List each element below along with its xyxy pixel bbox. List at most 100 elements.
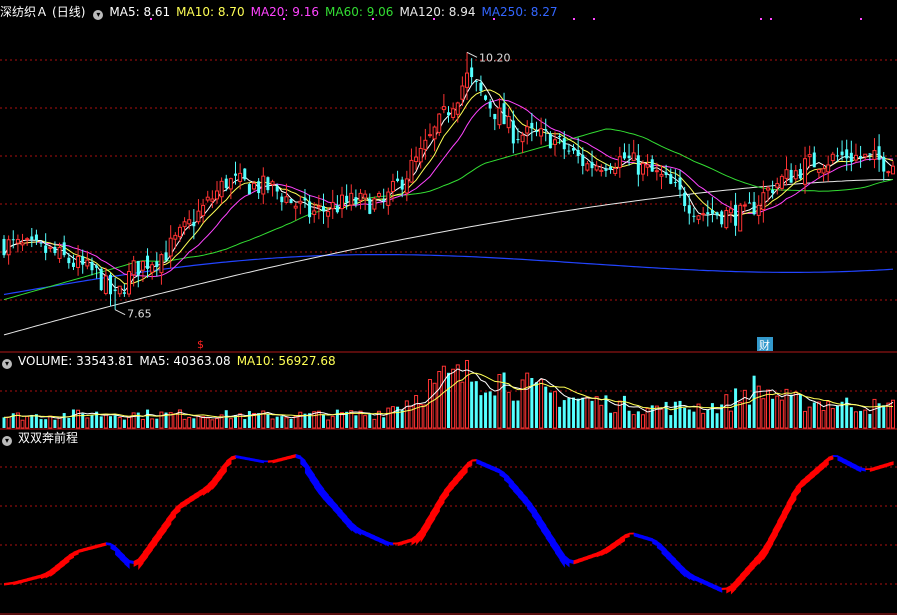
volume-bar bbox=[849, 407, 853, 428]
candle-body bbox=[474, 81, 478, 83]
candle-body bbox=[484, 95, 488, 100]
candle-body bbox=[673, 182, 677, 184]
indicator-rising-band bbox=[133, 558, 139, 567]
indicator-falling-band bbox=[656, 540, 663, 552]
indicator-rising-band bbox=[277, 457, 283, 463]
candle-body bbox=[706, 212, 710, 215]
volume-bar bbox=[761, 398, 766, 429]
indicator-settings-icon[interactable]: ▾ bbox=[2, 436, 12, 446]
indicator-falling-band bbox=[652, 538, 658, 547]
candle-body bbox=[715, 212, 719, 216]
indicator-rising-band bbox=[420, 520, 426, 543]
indicator-rising-band bbox=[758, 546, 764, 565]
candle-body bbox=[775, 183, 780, 188]
indicator-rising-band bbox=[281, 456, 288, 461]
volume-bar bbox=[372, 418, 377, 429]
indicator-rising-band bbox=[457, 467, 463, 484]
candle-body bbox=[609, 166, 613, 170]
indicator-rising-band bbox=[291, 454, 297, 459]
volume-bar bbox=[845, 397, 849, 428]
indicator-rising-band bbox=[754, 553, 760, 569]
candle-body bbox=[853, 154, 858, 161]
indicator-rising-band bbox=[87, 545, 93, 551]
candle-body bbox=[11, 239, 15, 241]
volume-bar bbox=[798, 394, 802, 428]
candle-body bbox=[460, 85, 465, 100]
candle-body bbox=[886, 171, 891, 174]
indicator-falling-band bbox=[304, 460, 311, 481]
candle-body bbox=[168, 237, 173, 257]
candle-body bbox=[238, 172, 243, 182]
volume-bar bbox=[669, 415, 673, 428]
candle-body bbox=[386, 191, 391, 206]
indicator-rising-band bbox=[184, 497, 190, 507]
volume-bar bbox=[243, 419, 247, 428]
candle-body bbox=[404, 178, 409, 194]
candle-body bbox=[205, 196, 210, 201]
indicator-falling-band bbox=[115, 545, 121, 560]
candle-body bbox=[807, 154, 812, 158]
candle-body bbox=[6, 239, 11, 256]
candle-body bbox=[345, 195, 349, 203]
indicator-falling-band bbox=[550, 532, 556, 553]
indicator-rising-band bbox=[138, 551, 144, 571]
candle-body bbox=[552, 139, 557, 145]
indicator-rising-band bbox=[226, 456, 232, 468]
indicator-rising-band bbox=[31, 575, 38, 581]
indicator-rising-band bbox=[439, 490, 445, 510]
candle-body bbox=[418, 147, 423, 163]
volume-bar bbox=[85, 417, 90, 429]
volume-bar bbox=[117, 417, 122, 429]
candle-body bbox=[771, 189, 775, 194]
indicator-rising-band bbox=[615, 537, 621, 548]
volume-bar bbox=[451, 368, 456, 429]
candle-body bbox=[631, 152, 636, 162]
indicator-falling-band bbox=[355, 525, 362, 536]
volume-bar bbox=[127, 416, 132, 429]
indicator-falling-band bbox=[860, 467, 866, 472]
candle-body bbox=[840, 151, 844, 156]
candle-body bbox=[409, 159, 414, 183]
indicator-falling-band bbox=[258, 459, 264, 464]
period-label: (日线) bbox=[52, 5, 86, 19]
candle-body bbox=[81, 256, 85, 265]
volume-bar bbox=[627, 410, 631, 428]
volume-bar bbox=[576, 398, 580, 428]
candle-body bbox=[497, 107, 502, 126]
indicator-falling-band bbox=[249, 457, 255, 462]
volume-bar bbox=[196, 415, 201, 429]
indicator-rising-band bbox=[453, 473, 459, 489]
volume-bar bbox=[404, 400, 409, 429]
candle-body bbox=[617, 156, 622, 168]
candle-body bbox=[710, 210, 714, 214]
indicator-falling-band bbox=[837, 455, 843, 463]
volume-bar bbox=[368, 413, 372, 428]
chart-canvas[interactable]: 10.20 7.65 $ 财 bbox=[0, 0, 897, 615]
indicator-falling-band bbox=[244, 456, 251, 461]
candle-body bbox=[30, 236, 34, 240]
candle-body bbox=[62, 242, 66, 256]
volume-bar bbox=[715, 413, 719, 428]
ma10-label: MA10: 8.70 bbox=[176, 5, 245, 19]
candle-body bbox=[90, 261, 94, 271]
candle-body bbox=[303, 197, 307, 201]
info-dot bbox=[593, 18, 595, 20]
volume-bar bbox=[706, 409, 710, 428]
volume-bar bbox=[44, 419, 48, 428]
indicator-rising-band bbox=[416, 528, 422, 546]
volume-bar bbox=[687, 409, 691, 428]
candle-body bbox=[567, 150, 571, 152]
indicator-rising-band bbox=[443, 483, 450, 502]
indicator-rising-band bbox=[740, 569, 746, 584]
volume-bar bbox=[192, 418, 196, 428]
candle-body bbox=[400, 179, 404, 190]
indicator-rising-band bbox=[203, 483, 209, 496]
volume-bar bbox=[835, 405, 839, 428]
candle-body bbox=[95, 265, 99, 268]
settings-circle-icon[interactable]: ▾ bbox=[93, 10, 104, 20]
indicator-falling-band bbox=[684, 568, 690, 580]
indicator-rising-band bbox=[170, 507, 176, 523]
candle-body bbox=[659, 173, 664, 177]
volume-settings-icon[interactable]: ▾ bbox=[2, 359, 12, 369]
candle-body bbox=[15, 238, 20, 244]
